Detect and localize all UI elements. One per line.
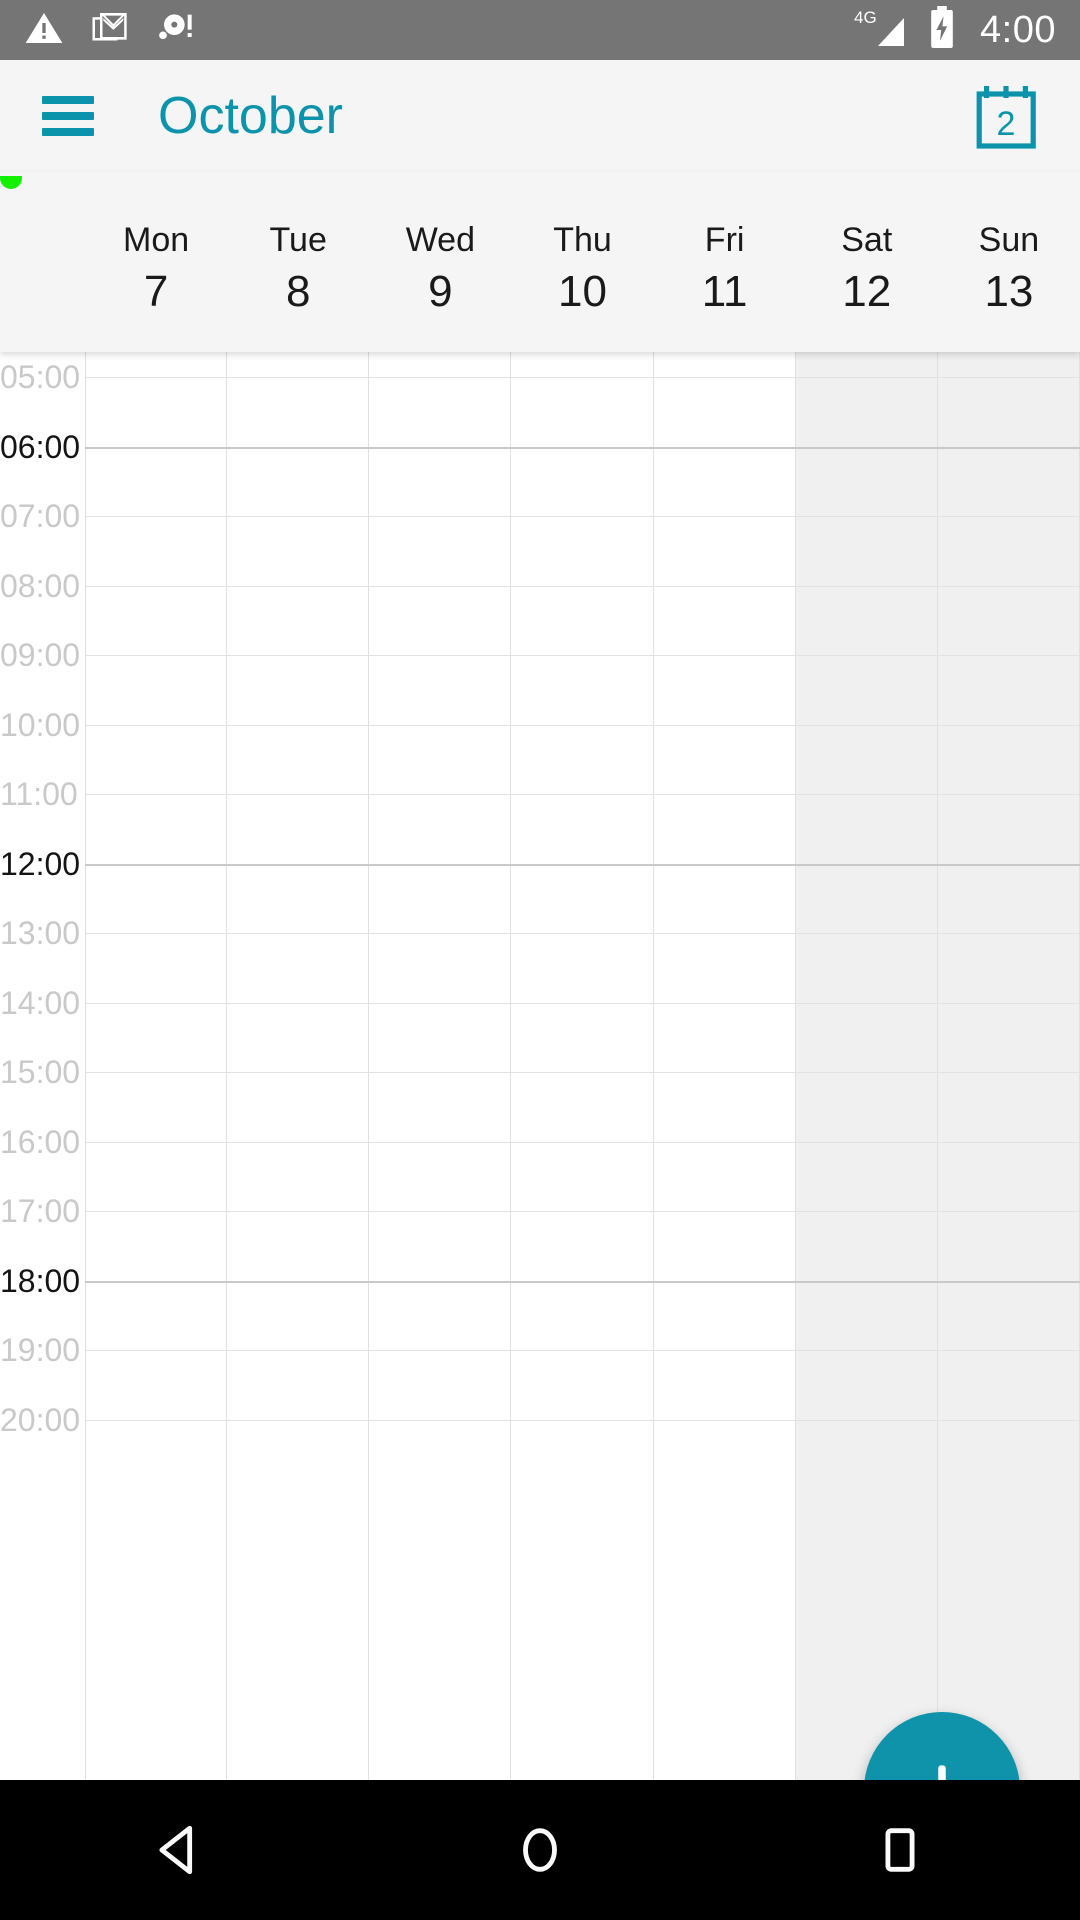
hour-label: 05:00	[0, 359, 81, 395]
home-circle-icon[interactable]	[480, 1780, 600, 1920]
hour-label: 15:00	[0, 1054, 81, 1090]
alarm-alert-icon	[156, 8, 196, 53]
day-header-thu[interactable]: Thu 10	[511, 172, 653, 352]
today-indicator-marker	[0, 176, 22, 189]
app-bar: October 2	[0, 60, 1080, 172]
day-column-sun[interactable]	[937, 352, 1080, 1780]
day-column-thu[interactable]	[511, 352, 654, 1780]
day-column-fri[interactable]	[653, 352, 796, 1780]
day-header-sun[interactable]: Sun 13	[938, 172, 1080, 352]
day-of-month-label: 12	[842, 267, 892, 316]
hamburger-menu-icon[interactable]	[42, 96, 94, 136]
day-column-sat[interactable]	[795, 352, 938, 1780]
day-of-month-label: 11	[701, 267, 748, 316]
day-of-week-label: Thu	[553, 221, 612, 259]
time-gutter: 05:00 06:00 07:00 08:00 09:00 10:00 11:00 12:00…	[0, 352, 85, 1780]
hour-label: 07:00	[0, 498, 81, 534]
day-of-week-label: Sat	[841, 221, 893, 259]
hour-label: 20:00	[0, 1401, 81, 1438]
back-triangle-icon[interactable]	[120, 1780, 240, 1920]
hour-label: 12:00	[0, 845, 81, 882]
hour-label: 16:00	[0, 1123, 81, 1160]
day-of-month-label: 10	[558, 267, 607, 316]
hour-label: 09:00	[0, 637, 81, 673]
page-title: October	[158, 87, 343, 145]
day-of-month-label: 7	[143, 267, 169, 316]
hour-label: 06:00	[0, 428, 81, 465]
hour-label: 19:00	[0, 1332, 81, 1368]
hour-label: 18:00	[0, 1262, 81, 1299]
phone-screen: 4G 4:00 October 2 Mon 7 Tue 8 Wed 9 Thu …	[0, 0, 1080, 1920]
day-of-month-label: 13	[984, 267, 1034, 316]
hour-label: 14:00	[0, 984, 81, 1021]
status-bar-clock: 4:00	[980, 9, 1056, 51]
day-column-tue[interactable]	[227, 352, 370, 1780]
signal-4g-icon: 4G	[854, 6, 910, 55]
day-column-mon[interactable]	[85, 352, 228, 1780]
hour-label: 11:00	[0, 776, 78, 812]
status-bar: 4G 4:00	[0, 0, 1080, 60]
day-column-wed[interactable]	[369, 352, 512, 1780]
calendar-week-grid[interactable]: 05:00 06:00 07:00 08:00 09:00 10:00 11:00 12:00…	[0, 352, 1080, 1780]
day-of-week-label: Tue	[269, 221, 327, 259]
day-of-week-label: Wed	[405, 221, 475, 259]
hour-label: 13:00	[0, 915, 81, 951]
calendar-day-icon[interactable]: 2	[976, 83, 1038, 149]
gmail-icon	[90, 8, 130, 53]
status-bar-system-icons: 4G 4:00	[854, 5, 1056, 55]
hour-label: 10:00	[0, 706, 81, 743]
day-header-fri[interactable]: Fri 11	[654, 172, 796, 352]
warning-triangle-icon	[24, 8, 64, 53]
day-of-week-label: Sun	[978, 221, 1040, 259]
day-of-week-label: Fri	[704, 221, 745, 259]
day-of-month-label: 9	[428, 267, 453, 316]
day-header-mon[interactable]: Mon 7	[85, 172, 227, 352]
hour-label: 17:00	[0, 1193, 81, 1229]
android-navigation-bar	[0, 1780, 1080, 1920]
recents-square-icon[interactable]	[840, 1780, 960, 1920]
day-of-week-label: Mon	[123, 221, 190, 259]
day-header-tue[interactable]: Tue 8	[227, 172, 369, 352]
calendar-icon-number: 2	[997, 105, 1016, 143]
week-day-header: Mon 7 Tue 8 Wed 9 Thu 10 Fri 11 Sat 12 S…	[0, 172, 1080, 352]
status-bar-notification-icons	[24, 8, 196, 53]
day-columns	[85, 352, 1080, 1780]
battery-charging-icon	[928, 5, 956, 55]
day-header-sat[interactable]: Sat 12	[796, 172, 938, 352]
day-of-month-label: 8	[285, 267, 311, 316]
week-day-grid: Mon 7 Tue 8 Wed 9 Thu 10 Fri 11 Sat 12 S…	[85, 172, 1080, 352]
network-type-label: 4G	[854, 8, 877, 27]
day-header-wed[interactable]: Wed 9	[369, 172, 511, 352]
hour-label: 08:00	[0, 567, 81, 604]
